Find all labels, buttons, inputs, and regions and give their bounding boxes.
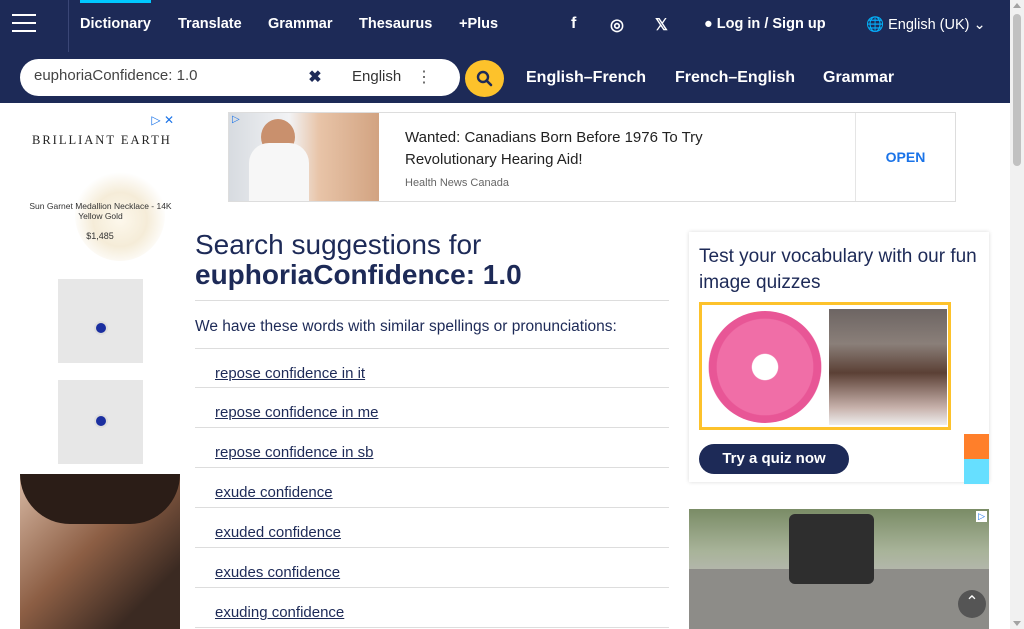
divider bbox=[195, 300, 669, 301]
list-item: repose confidence in sb bbox=[195, 428, 669, 468]
search-box: ✖ English ⋮ bbox=[20, 59, 460, 96]
suggestion-link[interactable]: exuding confidence bbox=[215, 604, 344, 621]
suggestion-list: repose confidence in it repose confidenc… bbox=[195, 348, 669, 628]
login-link[interactable]: Log in bbox=[717, 16, 761, 32]
right-advertisement[interactable]: ▷ bbox=[689, 509, 989, 629]
nav-translate[interactable]: Translate bbox=[178, 16, 242, 32]
scroll-thumb[interactable] bbox=[1013, 14, 1021, 166]
nav-thesaurus[interactable]: Thesaurus bbox=[359, 16, 432, 32]
page-title: Search suggestions for euphoriaConfidenc… bbox=[195, 230, 669, 290]
left-advertisement[interactable]: ▷ ✕ BRILLIANT EARTH Sun Garnet Medallion… bbox=[20, 111, 180, 629]
hamburger-menu-icon[interactable] bbox=[12, 14, 36, 34]
pendant-image bbox=[58, 279, 143, 363]
suggestion-link[interactable]: repose confidence in sb bbox=[215, 444, 373, 461]
suggestion-link[interactable]: repose confidence in it bbox=[215, 365, 365, 382]
side-widget-tab[interactable] bbox=[964, 434, 989, 459]
dictionary-language-select[interactable]: English ⋮ bbox=[338, 63, 450, 92]
ad-headline: Wanted: Canadians Born Before 1976 To Tr… bbox=[405, 129, 703, 168]
chevron-down-icon: ⌄ bbox=[973, 17, 986, 33]
tab-french-english[interactable]: French–English bbox=[675, 69, 795, 87]
list-item: repose confidence in me bbox=[195, 388, 669, 428]
quiz-image[interactable] bbox=[699, 302, 951, 430]
globe-icon: 🌐 bbox=[866, 17, 885, 33]
truck-image bbox=[789, 514, 874, 584]
login-area: ● Log in / Sign up bbox=[704, 16, 826, 32]
ring-image bbox=[58, 380, 143, 464]
more-options-icon: ⋮ bbox=[416, 69, 432, 86]
login-separator: / bbox=[764, 16, 769, 32]
site-language-selector[interactable]: 🌐 English (UK) ⌄ bbox=[866, 16, 986, 33]
nav-grammar[interactable]: Grammar bbox=[268, 16, 332, 32]
doctor-image bbox=[229, 113, 379, 201]
ad-product-price: $1,485 bbox=[86, 231, 114, 241]
user-icon: ● bbox=[704, 16, 713, 32]
site-language-label: English (UK) bbox=[888, 17, 970, 33]
banner-advertisement[interactable]: ▷ Wanted: Canadians Born Before 1976 To … bbox=[228, 112, 956, 202]
ad-product-name: Sun Garnet Medallion Necklace - 14K Yell… bbox=[29, 201, 172, 222]
try-quiz-button[interactable]: Try a quiz now bbox=[699, 444, 849, 474]
facebook-icon[interactable]: f bbox=[571, 15, 576, 33]
suggestion-link[interactable]: exudes confidence bbox=[215, 564, 340, 581]
search-term: euphoriaConfidence: 1.0 bbox=[195, 259, 522, 290]
back-to-top-icon[interactable]: ⌃ bbox=[958, 590, 986, 618]
instagram-icon[interactable]: ◎ bbox=[610, 15, 624, 35]
donut-image bbox=[708, 311, 822, 423]
dictionary-language-label: English bbox=[352, 68, 402, 85]
search-suggestions: Search suggestions for euphoriaConfidenc… bbox=[195, 230, 669, 628]
suggestion-link[interactable]: exuded confidence bbox=[215, 524, 341, 541]
ad-choices-icon[interactable]: ▷ bbox=[976, 511, 987, 522]
nav-plus[interactable]: +Plus bbox=[459, 16, 498, 32]
top-navigation: Dictionary Translate Grammar Thesaurus +… bbox=[0, 0, 1010, 52]
suggestions-intro: We have these words with similar spellin… bbox=[195, 318, 617, 335]
ad-choices-icon[interactable]: ▷ ✕ bbox=[151, 113, 174, 127]
search-button[interactable] bbox=[465, 60, 504, 97]
milkshake-image bbox=[829, 309, 947, 425]
page-scrollbar[interactable] bbox=[1010, 0, 1024, 629]
nav-dictionary[interactable]: Dictionary bbox=[80, 0, 151, 32]
page-title-prefix: Search suggestions for bbox=[195, 229, 482, 260]
search-input[interactable] bbox=[34, 67, 304, 84]
ad-brand: BRILLIANT EARTH bbox=[32, 133, 172, 147]
ad-source: Health News Canada bbox=[405, 177, 509, 189]
nav-divider bbox=[68, 0, 69, 52]
tab-english-french[interactable]: English–French bbox=[526, 69, 646, 87]
scroll-up-icon[interactable] bbox=[1013, 3, 1021, 8]
quiz-title: Test your vocabulary with our fun image … bbox=[699, 246, 977, 293]
tab-grammar[interactable]: Grammar bbox=[823, 69, 894, 87]
search-bar-row: ✖ English ⋮ English–French French–Englis… bbox=[0, 52, 1010, 103]
scroll-down-icon[interactable] bbox=[1013, 621, 1021, 626]
model-image bbox=[20, 474, 180, 629]
list-item: exuding confidence bbox=[195, 588, 669, 628]
suggestion-link[interactable]: exude confidence bbox=[215, 484, 333, 501]
list-item: exude confidence bbox=[195, 468, 669, 508]
list-item: exudes confidence bbox=[195, 548, 669, 588]
quiz-panel: Test your vocabulary with our fun image … bbox=[689, 232, 989, 482]
list-item: repose confidence in it bbox=[195, 348, 669, 388]
signup-link[interactable]: Sign up bbox=[772, 16, 825, 32]
suggestion-link[interactable]: repose confidence in me bbox=[215, 404, 378, 421]
clear-search-icon[interactable]: ✖ bbox=[306, 69, 324, 87]
search-icon bbox=[476, 70, 493, 87]
side-widget-tab[interactable] bbox=[964, 459, 989, 484]
ad-choices-icon[interactable]: ▷ bbox=[232, 114, 240, 125]
list-item: exuded confidence bbox=[195, 508, 669, 548]
x-twitter-icon[interactable]: 𝕏 bbox=[655, 15, 668, 35]
ad-open-button[interactable]: OPEN bbox=[855, 113, 955, 201]
